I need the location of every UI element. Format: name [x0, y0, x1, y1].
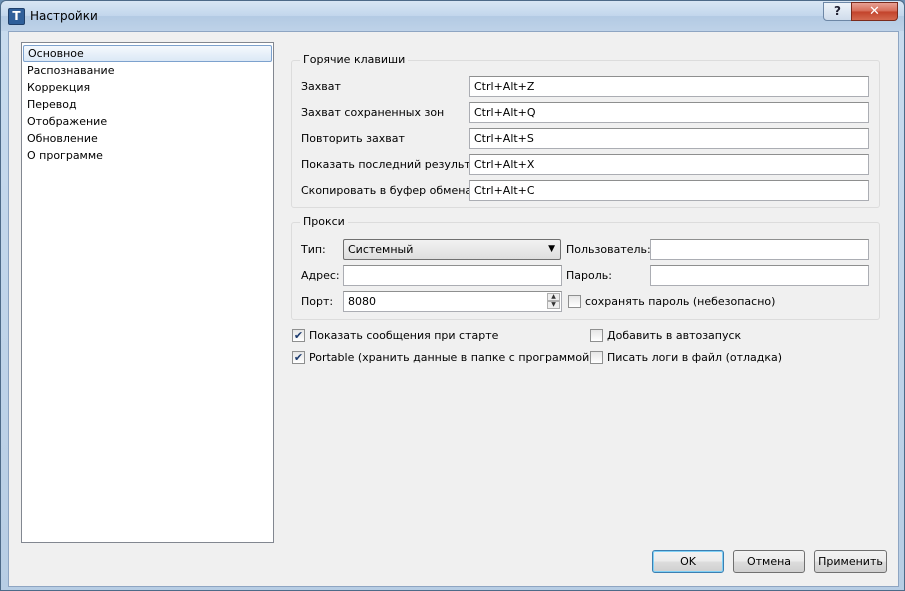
hotkey-repeat-field[interactable]: Ctrl+Alt+S	[469, 128, 869, 149]
proxy-group: Прокси Тип: Системный ▼ Пользователь: Ад…	[291, 215, 880, 320]
proxy-group-title: Прокси	[300, 215, 348, 228]
nav-item-display[interactable]: Отображение	[23, 113, 272, 130]
proxy-address-field[interactable]	[343, 265, 562, 286]
proxy-address-label: Адрес:	[301, 269, 340, 282]
hotkeys-group-title: Горячие клавиши	[300, 53, 409, 66]
nav-item-correction[interactable]: Коррекция	[23, 79, 272, 96]
proxy-type-select[interactable]: Системный ▼	[343, 239, 561, 260]
proxy-type-label: Тип:	[301, 243, 326, 256]
show-messages-label: Показать сообщения при старте	[309, 329, 499, 342]
settings-category-list[interactable]: Основное Распознавание Коррекция Перевод…	[21, 42, 274, 543]
spin-down-icon[interactable]: ▼	[547, 301, 560, 309]
write-logs-label: Писать логи в файл (отладка)	[607, 351, 783, 364]
hotkey-copy-label: Скопировать в буфер обмена	[301, 184, 473, 197]
nav-item-update[interactable]: Обновление	[23, 130, 272, 147]
nav-item-recognition[interactable]: Распознавание	[23, 62, 272, 79]
app-icon: T	[8, 8, 25, 25]
write-logs-checkbox[interactable]	[590, 351, 603, 364]
proxy-port-value: 8080	[348, 295, 376, 308]
proxy-password-label: Пароль:	[566, 269, 612, 282]
hotkey-last-result-label: Показать последний результат	[301, 158, 484, 171]
save-password-label: сохранять пароль (небезопасно)	[585, 295, 776, 308]
hotkey-capture-field[interactable]: Ctrl+Alt+Z	[469, 76, 869, 97]
hotkeys-group: Горячие клавиши Захват Ctrl+Alt+Z Захват…	[291, 53, 880, 208]
proxy-password-field[interactable]	[650, 265, 869, 286]
window-title: Настройки	[30, 9, 98, 23]
proxy-port-stepper[interactable]: 8080 ▲ ▼	[343, 291, 562, 312]
nav-item-about[interactable]: О программе	[23, 147, 272, 164]
port-spin-buttons: ▲ ▼	[547, 293, 560, 310]
proxy-user-field[interactable]	[650, 239, 869, 260]
hotkey-capture-saved-label: Захват сохраненных зон	[301, 106, 445, 119]
nav-item-general[interactable]: Основное	[23, 45, 272, 62]
title-bar[interactable]: T Настройки ? ✕	[1, 1, 904, 31]
cancel-button[interactable]: Отмена	[733, 550, 805, 573]
spin-up-icon[interactable]: ▲	[547, 293, 560, 301]
hotkey-last-result-field[interactable]: Ctrl+Alt+X	[469, 154, 869, 175]
hotkey-capture-saved-field[interactable]: Ctrl+Alt+Q	[469, 102, 869, 123]
apply-button[interactable]: Применить	[814, 550, 887, 573]
portable-checkbox[interactable]: ✔	[292, 351, 305, 364]
proxy-port-label: Порт:	[301, 295, 334, 308]
nav-item-translation[interactable]: Перевод	[23, 96, 272, 113]
close-button[interactable]: ✕	[851, 2, 898, 21]
proxy-type-value: Системный	[348, 243, 414, 256]
show-messages-checkbox[interactable]: ✔	[292, 329, 305, 342]
hotkey-repeat-label: Повторить захват	[301, 132, 405, 145]
hotkey-capture-label: Захват	[301, 80, 341, 93]
proxy-user-label: Пользователь:	[566, 243, 651, 256]
ok-button[interactable]: OK	[652, 550, 724, 573]
hotkey-copy-field[interactable]: Ctrl+Alt+C	[469, 180, 869, 201]
help-button[interactable]: ?	[823, 2, 852, 21]
save-password-checkbox[interactable]	[568, 295, 581, 308]
dialog-client-area: Основное Распознавание Коррекция Перевод…	[8, 31, 899, 587]
autostart-label: Добавить в автозапуск	[607, 329, 742, 342]
portable-label: Portable (хранить данные в папке с прогр…	[309, 351, 594, 364]
chevron-down-icon: ▼	[548, 244, 555, 254]
autostart-checkbox[interactable]	[590, 329, 603, 342]
settings-window: T Настройки ? ✕ Основное Распознавание К…	[0, 0, 905, 591]
